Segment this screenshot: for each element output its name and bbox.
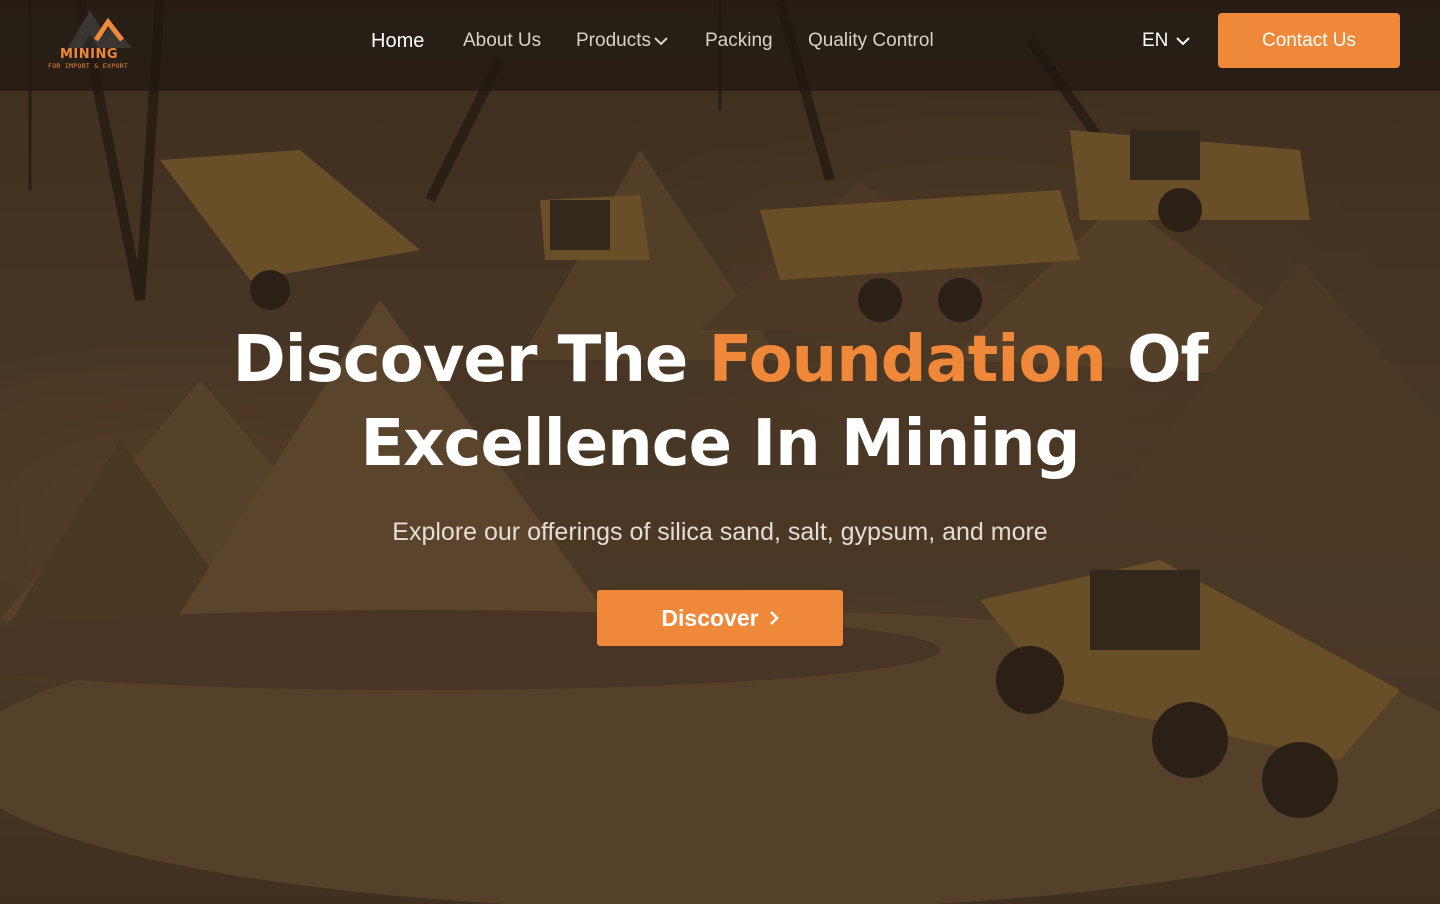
headline-part1: Discover The: [232, 323, 689, 397]
nav-about-us[interactable]: About Us: [463, 28, 541, 54]
brand-tagline: FOR IMPORT & EXPORT: [48, 62, 129, 70]
mountain-logo-icon: [68, 10, 132, 48]
brand-name: MINING: [60, 47, 119, 62]
nav-home[interactable]: Home: [371, 28, 424, 54]
headline-part2: Of: [1127, 323, 1208, 397]
brand-logo[interactable]: MINING FOR IMPORT & EXPORT: [46, 8, 138, 72]
hero-subtitle: Explore our offerings of silica sand, sa…: [392, 518, 1048, 546]
nav-products[interactable]: Products: [576, 28, 668, 54]
top-navbar: MINING FOR IMPORT & EXPORT Home About Us…: [0, 0, 1440, 91]
headline-accent: Foundation: [708, 323, 1107, 397]
hero-headline: Discover The Foundation Of Excellence In…: [220, 318, 1220, 486]
chevron-right-icon: [769, 611, 779, 625]
chevron-down-icon: [654, 37, 668, 46]
language-label: EN: [1142, 30, 1169, 51]
chevron-down-icon: [1176, 37, 1191, 46]
headline-line2: Excellence In Mining: [360, 407, 1081, 481]
nav-packing[interactable]: Packing: [705, 28, 773, 54]
discover-button[interactable]: Discover: [597, 590, 843, 646]
language-selector[interactable]: EN: [1142, 28, 1191, 54]
nav-products-label: Products: [576, 30, 651, 51]
discover-button-label: Discover: [661, 604, 759, 631]
nav-quality-control[interactable]: Quality Control: [808, 28, 934, 54]
contact-us-button[interactable]: Contact Us: [1218, 13, 1400, 68]
